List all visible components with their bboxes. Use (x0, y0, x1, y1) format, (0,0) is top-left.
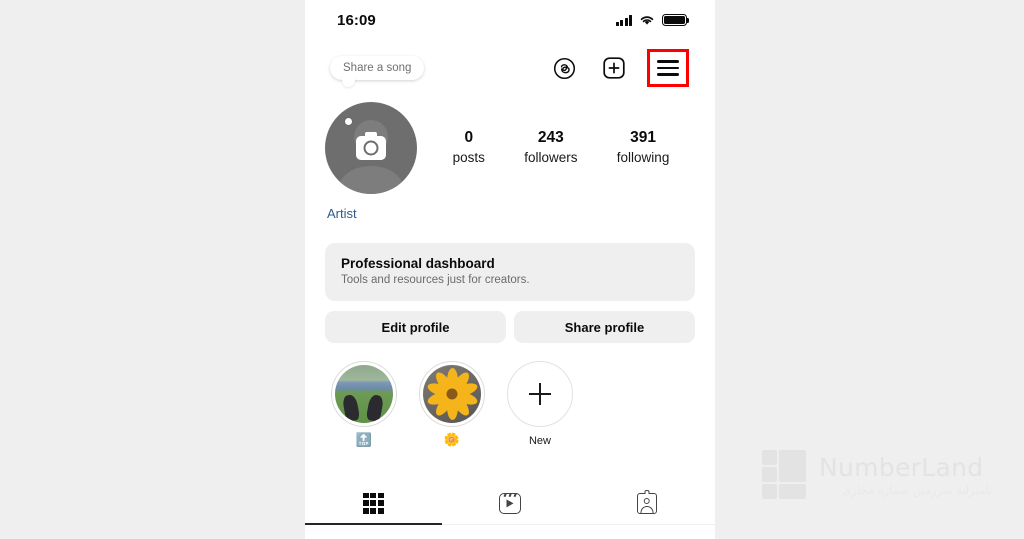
hamburger-menu-icon[interactable] (657, 56, 679, 80)
wifi-icon (640, 16, 654, 25)
page-root: 16:09 Share a song 0 posts 243 followers… (0, 0, 1024, 539)
professional-dashboard-card[interactable]: Professional dashboard Tools and resourc… (325, 243, 695, 301)
profile-action-buttons: Edit profile Share profile (325, 311, 695, 343)
reels-icon (499, 492, 521, 514)
stat-posts[interactable]: 0 posts (453, 128, 485, 167)
menu-highlight-box (647, 49, 689, 87)
watermark-name: NumberLand (819, 453, 984, 482)
stat-following-label: following (616, 150, 670, 166)
tab-tagged-underline (578, 523, 715, 525)
share-a-song-bubble-dot (345, 118, 352, 125)
professional-dashboard-subtitle: Tools and resources just for creators. (341, 274, 530, 286)
story-highlights: 🔝 🌼 New (305, 343, 715, 447)
tagged-icon (636, 490, 657, 514)
avatar-wrap[interactable]: Share a song (325, 56, 425, 194)
stat-followers-label: followers (524, 150, 578, 166)
highlight-label-flower: 🌼 (443, 432, 461, 447)
edit-profile-button[interactable]: Edit profile (325, 311, 506, 343)
bio-area: Artist (305, 194, 715, 221)
battery-full-icon (662, 14, 690, 26)
new-post-icon[interactable] (597, 51, 631, 85)
numberland-logo-icon (762, 450, 808, 500)
tab-reels-underline (441, 523, 579, 525)
highlight-label-new: New (528, 435, 551, 447)
share-a-song-bubble[interactable]: Share a song (330, 56, 425, 87)
watermark-text: NumberLand نامبرلند سرزمین شماره مجازی (819, 453, 992, 497)
share-profile-button[interactable]: Share profile (514, 311, 695, 343)
highlight-thumbnail-feet (335, 365, 393, 423)
tab-tagged[interactable] (578, 481, 715, 525)
highlight-item-new[interactable]: New (507, 361, 573, 447)
profile-tab-bar (305, 481, 715, 525)
highlight-item-top[interactable]: 🔝 (331, 361, 397, 447)
status-time: 16:09 (337, 11, 376, 29)
avatar-placeholder-body (339, 166, 403, 194)
highlight-item-flower[interactable]: 🌼 (419, 361, 485, 447)
tab-reels[interactable] (441, 481, 579, 525)
camera-icon (356, 132, 386, 160)
profile-header: Share a song 0 posts 243 followers 391 f… (305, 56, 715, 194)
stat-followers[interactable]: 243 followers (524, 128, 577, 167)
highlight-ring (331, 361, 397, 427)
stat-following-count: 391 (630, 129, 656, 147)
status-bar: 16:09 (305, 0, 715, 40)
add-highlight-button[interactable] (507, 361, 573, 427)
profile-stats: 0 posts 243 followers 391 following (417, 128, 693, 167)
watermark-tagline: نامبرلند سرزمین شماره مجازی (842, 483, 992, 497)
tab-grid-underline (305, 523, 442, 525)
stat-posts-label: posts (452, 150, 485, 166)
threads-icon[interactable] (547, 51, 581, 85)
professional-dashboard-title: Professional dashboard (341, 256, 495, 271)
tab-grid[interactable] (305, 481, 442, 525)
stat-following[interactable]: 391 following (617, 128, 670, 167)
highlight-label-top: 🔝 (355, 432, 373, 447)
highlight-thumbnail-flower (423, 365, 481, 423)
phone-screen: 16:09 Share a song 0 posts 243 followers… (305, 0, 715, 539)
stat-followers-count: 243 (537, 129, 564, 147)
cellular-signal-icon (615, 14, 632, 26)
status-indicators (615, 14, 690, 26)
numberland-watermark: NumberLand نامبرلند سرزمین شماره مجازی (762, 450, 992, 500)
avatar[interactable] (325, 102, 417, 194)
grid-icon (362, 492, 384, 514)
highlight-ring (419, 361, 485, 427)
stat-posts-count: 0 (464, 129, 474, 147)
profile-category: Artist (327, 206, 357, 221)
